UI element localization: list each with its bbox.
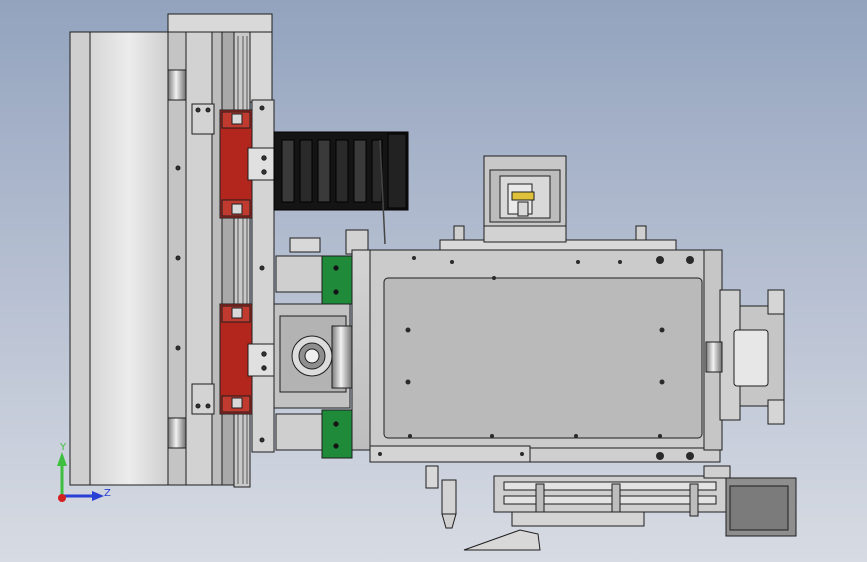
y-axis-label: Y [60,442,67,453]
cad-viewport[interactable]: Y Z [0,0,867,562]
main-housing-box [351,249,723,463]
cable-drag-chain [273,131,409,245]
rotary-bearing-housing [273,303,353,409]
mechanical-assembly-drawing [57,13,797,551]
z-axis-label: Z [104,488,111,499]
gripper-finger [425,465,457,529]
bottom-mount-plate [463,511,645,551]
